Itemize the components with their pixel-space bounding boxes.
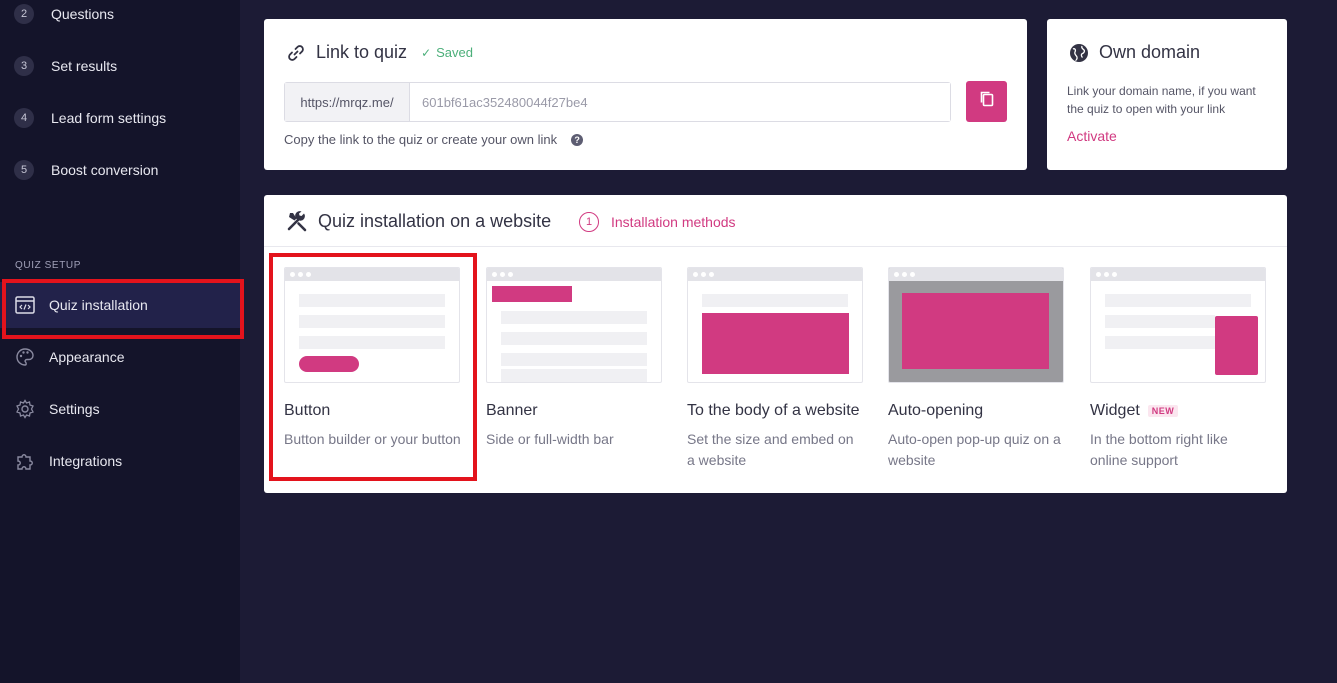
sidebar-step-lead-form-settings[interactable]: 4 Lead form settings xyxy=(14,107,166,129)
step-label: Questions xyxy=(51,6,115,22)
saved-label: Saved xyxy=(436,45,473,60)
install-card-header: Quiz installation on a website xyxy=(286,210,551,232)
method-description: Auto-open pop-up quiz on a website xyxy=(888,431,1061,468)
sidebar-item-integrations[interactable]: Integrations xyxy=(0,438,240,484)
method-title: Banner xyxy=(486,402,538,419)
sidebar-item-label: Appearance xyxy=(49,349,125,365)
installation-methods-link[interactable]: 1 Installation methods xyxy=(579,212,736,232)
method-widget[interactable]: Widget NEW In the bottom right like onli… xyxy=(1090,267,1267,471)
copy-icon xyxy=(978,90,996,113)
divider xyxy=(264,246,1287,247)
code-window-icon xyxy=(14,294,36,316)
quiz-url-input[interactable] xyxy=(410,83,950,121)
tools-icon xyxy=(286,210,308,232)
install-card-title: Quiz installation on a website xyxy=(318,210,552,231)
method-title: To the body of a website xyxy=(687,402,860,419)
sidebar-step-boost-conversion[interactable]: 5 Boost conversion xyxy=(14,159,158,181)
step-label: Set results xyxy=(51,58,118,74)
sidebar-item-label: Quiz installation xyxy=(49,297,148,313)
step-number: 4 xyxy=(14,108,34,128)
link-card-title: Link to quiz xyxy=(316,42,408,62)
method-body-embed[interactable]: To the body of a website Set the size an… xyxy=(687,267,864,471)
step-number: 3 xyxy=(14,56,34,76)
check-icon: ✓ xyxy=(421,45,432,60)
sidebar-item-appearance[interactable]: Appearance xyxy=(0,334,240,380)
method-title: Button xyxy=(284,402,331,419)
link-hint-text: Copy the link to the quiz or create your… xyxy=(284,132,558,147)
sidebar-item-settings[interactable]: Settings xyxy=(0,386,240,432)
link-to-quiz-card: Link to quiz ✓ Saved https://mrqz.me/ Co… xyxy=(264,19,1027,170)
method-button[interactable]: Button Button builder or your button xyxy=(284,267,461,450)
step-number: 5 xyxy=(14,160,34,180)
own-domain-card: Own domain Link your domain name, if you… xyxy=(1047,19,1287,170)
sidebar-item-label: Integrations xyxy=(49,453,123,469)
method-description: Set the size and embed on a website xyxy=(687,431,854,468)
sidebar-item-quiz-installation[interactable]: Quiz installation xyxy=(0,279,244,339)
link-icon xyxy=(286,43,306,63)
method-description: Button builder or your button xyxy=(284,431,461,447)
step-label: Boost conversion xyxy=(51,162,159,178)
sidebar-step-set-results[interactable]: 3 Set results xyxy=(14,55,117,77)
methods-step-number: 1 xyxy=(579,212,599,232)
activate-link[interactable]: Activate xyxy=(1067,128,1117,144)
help-icon[interactable]: ? xyxy=(571,133,584,146)
link-card-header: Link to quiz ✓ Saved xyxy=(286,42,473,63)
sidebar: 2 Questions 3 Set results 4 Lead form se… xyxy=(0,0,244,683)
step-number: 2 xyxy=(14,4,34,24)
step-label: Lead form settings xyxy=(51,110,167,126)
banner-preview-image xyxy=(486,267,662,383)
quiz-installation-card: Quiz installation on a website 1 Install… xyxy=(264,195,1287,493)
sidebar-step-questions[interactable]: 2 Questions xyxy=(14,3,114,25)
gear-icon xyxy=(14,398,36,420)
link-hint: Copy the link to the quiz or create your… xyxy=(284,132,584,147)
palette-icon xyxy=(14,346,36,368)
methods-label: Installation methods xyxy=(611,214,736,230)
copy-link-button[interactable] xyxy=(966,81,1007,122)
domain-card-title: Own domain xyxy=(1099,42,1201,62)
body-embed-preview-image xyxy=(687,267,863,383)
sidebar-item-label: Settings xyxy=(49,401,100,417)
quiz-url-group: https://mrqz.me/ xyxy=(284,82,951,122)
domain-card-header: Own domain xyxy=(1069,42,1200,63)
domain-description: Link your domain name, if you want the q… xyxy=(1067,84,1256,116)
button-preview-image xyxy=(284,267,460,383)
auto-opening-preview-image xyxy=(888,267,1064,383)
puzzle-icon xyxy=(14,450,36,472)
method-title: Widget NEW xyxy=(1090,402,1267,420)
method-auto-opening[interactable]: Auto-opening Auto-open pop-up quiz on a … xyxy=(888,267,1065,471)
method-title: Auto-opening xyxy=(888,402,984,419)
url-prefix: https://mrqz.me/ xyxy=(285,83,410,121)
method-description: Side or full-width bar xyxy=(486,431,614,447)
globe-icon xyxy=(1069,43,1089,63)
saved-status: ✓ Saved xyxy=(421,45,473,60)
method-banner[interactable]: Banner Side or full-width bar xyxy=(486,267,663,450)
new-badge: NEW xyxy=(1147,405,1179,417)
section-label-quiz-setup: QUIZ SETUP xyxy=(15,260,82,271)
widget-preview-image xyxy=(1090,267,1266,383)
method-description: In the bottom right like online support xyxy=(1090,431,1228,468)
